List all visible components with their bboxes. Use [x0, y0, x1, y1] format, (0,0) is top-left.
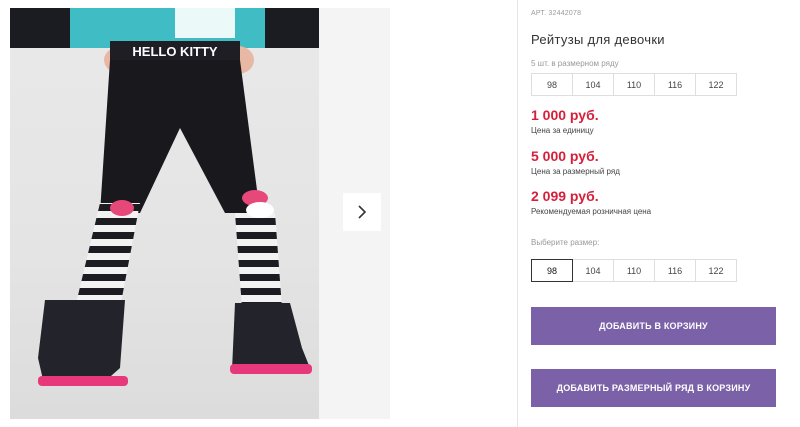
size-series-cell: 116 [654, 73, 696, 96]
size-series-cell: 104 [572, 73, 614, 96]
size-option-98[interactable]: 98 [531, 259, 573, 282]
product-photo: HELLO KITTY [10, 8, 319, 419]
next-image-button[interactable] [343, 193, 381, 231]
article-number: АРТ. 32442078 [531, 10, 582, 17]
add-size-series-to-cart-button[interactable]: ДОБАВИТЬ РАЗМЕРНЫЙ РЯД В КОРЗИНУ [531, 369, 776, 407]
size-option-116[interactable]: 116 [654, 259, 696, 282]
series-price-caption: Цена за размерный ряд [531, 167, 620, 176]
size-series-cell: 98 [531, 73, 573, 96]
size-option-122[interactable]: 122 [695, 259, 737, 282]
retail-price: 2 099 руб. [531, 188, 599, 204]
size-selector: 98 104 110 116 122 [531, 259, 737, 282]
shirt-print-text: HELLO KITTY [132, 44, 218, 59]
series-price: 5 000 руб. [531, 148, 599, 164]
choose-size-label: Выберите размер: [531, 238, 600, 247]
unit-price-caption: Цена за единицу [531, 126, 594, 135]
chevron-right-icon [358, 205, 367, 219]
size-series-note: 5 шт. в размерном ряду [531, 59, 619, 68]
size-series-table: 98 104 110 116 122 [531, 73, 737, 96]
product-title: Рейтузы для девочки [531, 32, 665, 47]
product-gallery: HELLO KITTY [0, 0, 390, 427]
size-series-cell: 122 [695, 73, 737, 96]
vertical-divider [517, 0, 518, 427]
add-to-cart-button[interactable]: ДОБАВИТЬ В КОРЗИНУ [531, 307, 776, 345]
retail-price-caption: Рекомендуемая розничная цена [531, 207, 652, 216]
unit-price: 1 000 руб. [531, 107, 599, 123]
size-option-104[interactable]: 104 [572, 259, 614, 282]
product-photo-illustration: HELLO KITTY [10, 8, 319, 386]
size-series-cell: 110 [613, 73, 655, 96]
size-option-110[interactable]: 110 [613, 259, 655, 282]
